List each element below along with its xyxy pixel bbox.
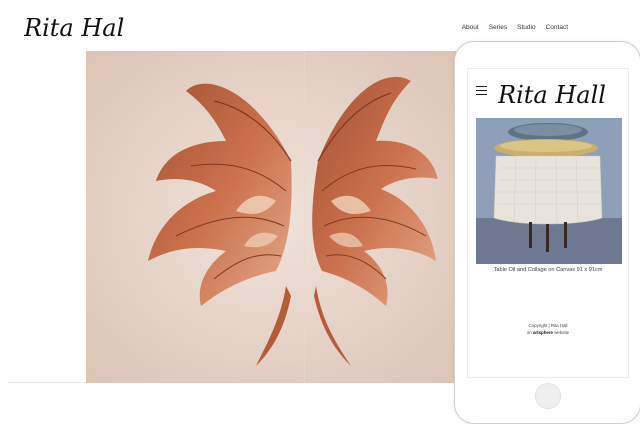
phone-home-button[interactable]	[535, 383, 561, 409]
artsphere-link[interactable]: artsphere	[533, 330, 553, 335]
phone-mockup: Rita Hall. Table Oil and Collage on Canv…	[454, 41, 640, 424]
copyright-text: Copyright | Rita Hall	[528, 323, 568, 328]
nav-about[interactable]: About	[462, 24, 479, 31]
artwork-caption: Table Oil and Collage on Canvas 91 x 91c…	[493, 267, 603, 273]
logo-text: Rita Hall.	[24, 14, 124, 42]
credit-suffix: website	[554, 330, 570, 335]
mobile-logo[interactable]: Rita Hall.	[497, 75, 614, 113]
hero-artwork	[86, 51, 456, 383]
hamburger-menu-icon[interactable]	[476, 86, 487, 95]
credit-line: on artsphere website	[468, 329, 628, 336]
footer-copyright: Copyright | Rita Hall on artsphere websi…	[468, 322, 628, 336]
main-nav: About Series Studio Contact	[462, 24, 568, 31]
nav-contact[interactable]: Contact	[546, 24, 568, 31]
mobile-logo-text: Rita Hall.	[498, 81, 608, 109]
table-painting	[476, 118, 622, 264]
wings-painting	[86, 51, 456, 383]
nav-series[interactable]: Series	[489, 24, 507, 31]
site-logo[interactable]: Rita Hall.	[23, 8, 140, 48]
divider	[8, 382, 86, 383]
mobile-screen: Rita Hall. Table Oil and Collage on Canv…	[467, 68, 629, 378]
nav-studio[interactable]: Studio	[517, 24, 535, 31]
mobile-artwork[interactable]	[476, 118, 622, 264]
credit-prefix: on	[526, 330, 532, 335]
